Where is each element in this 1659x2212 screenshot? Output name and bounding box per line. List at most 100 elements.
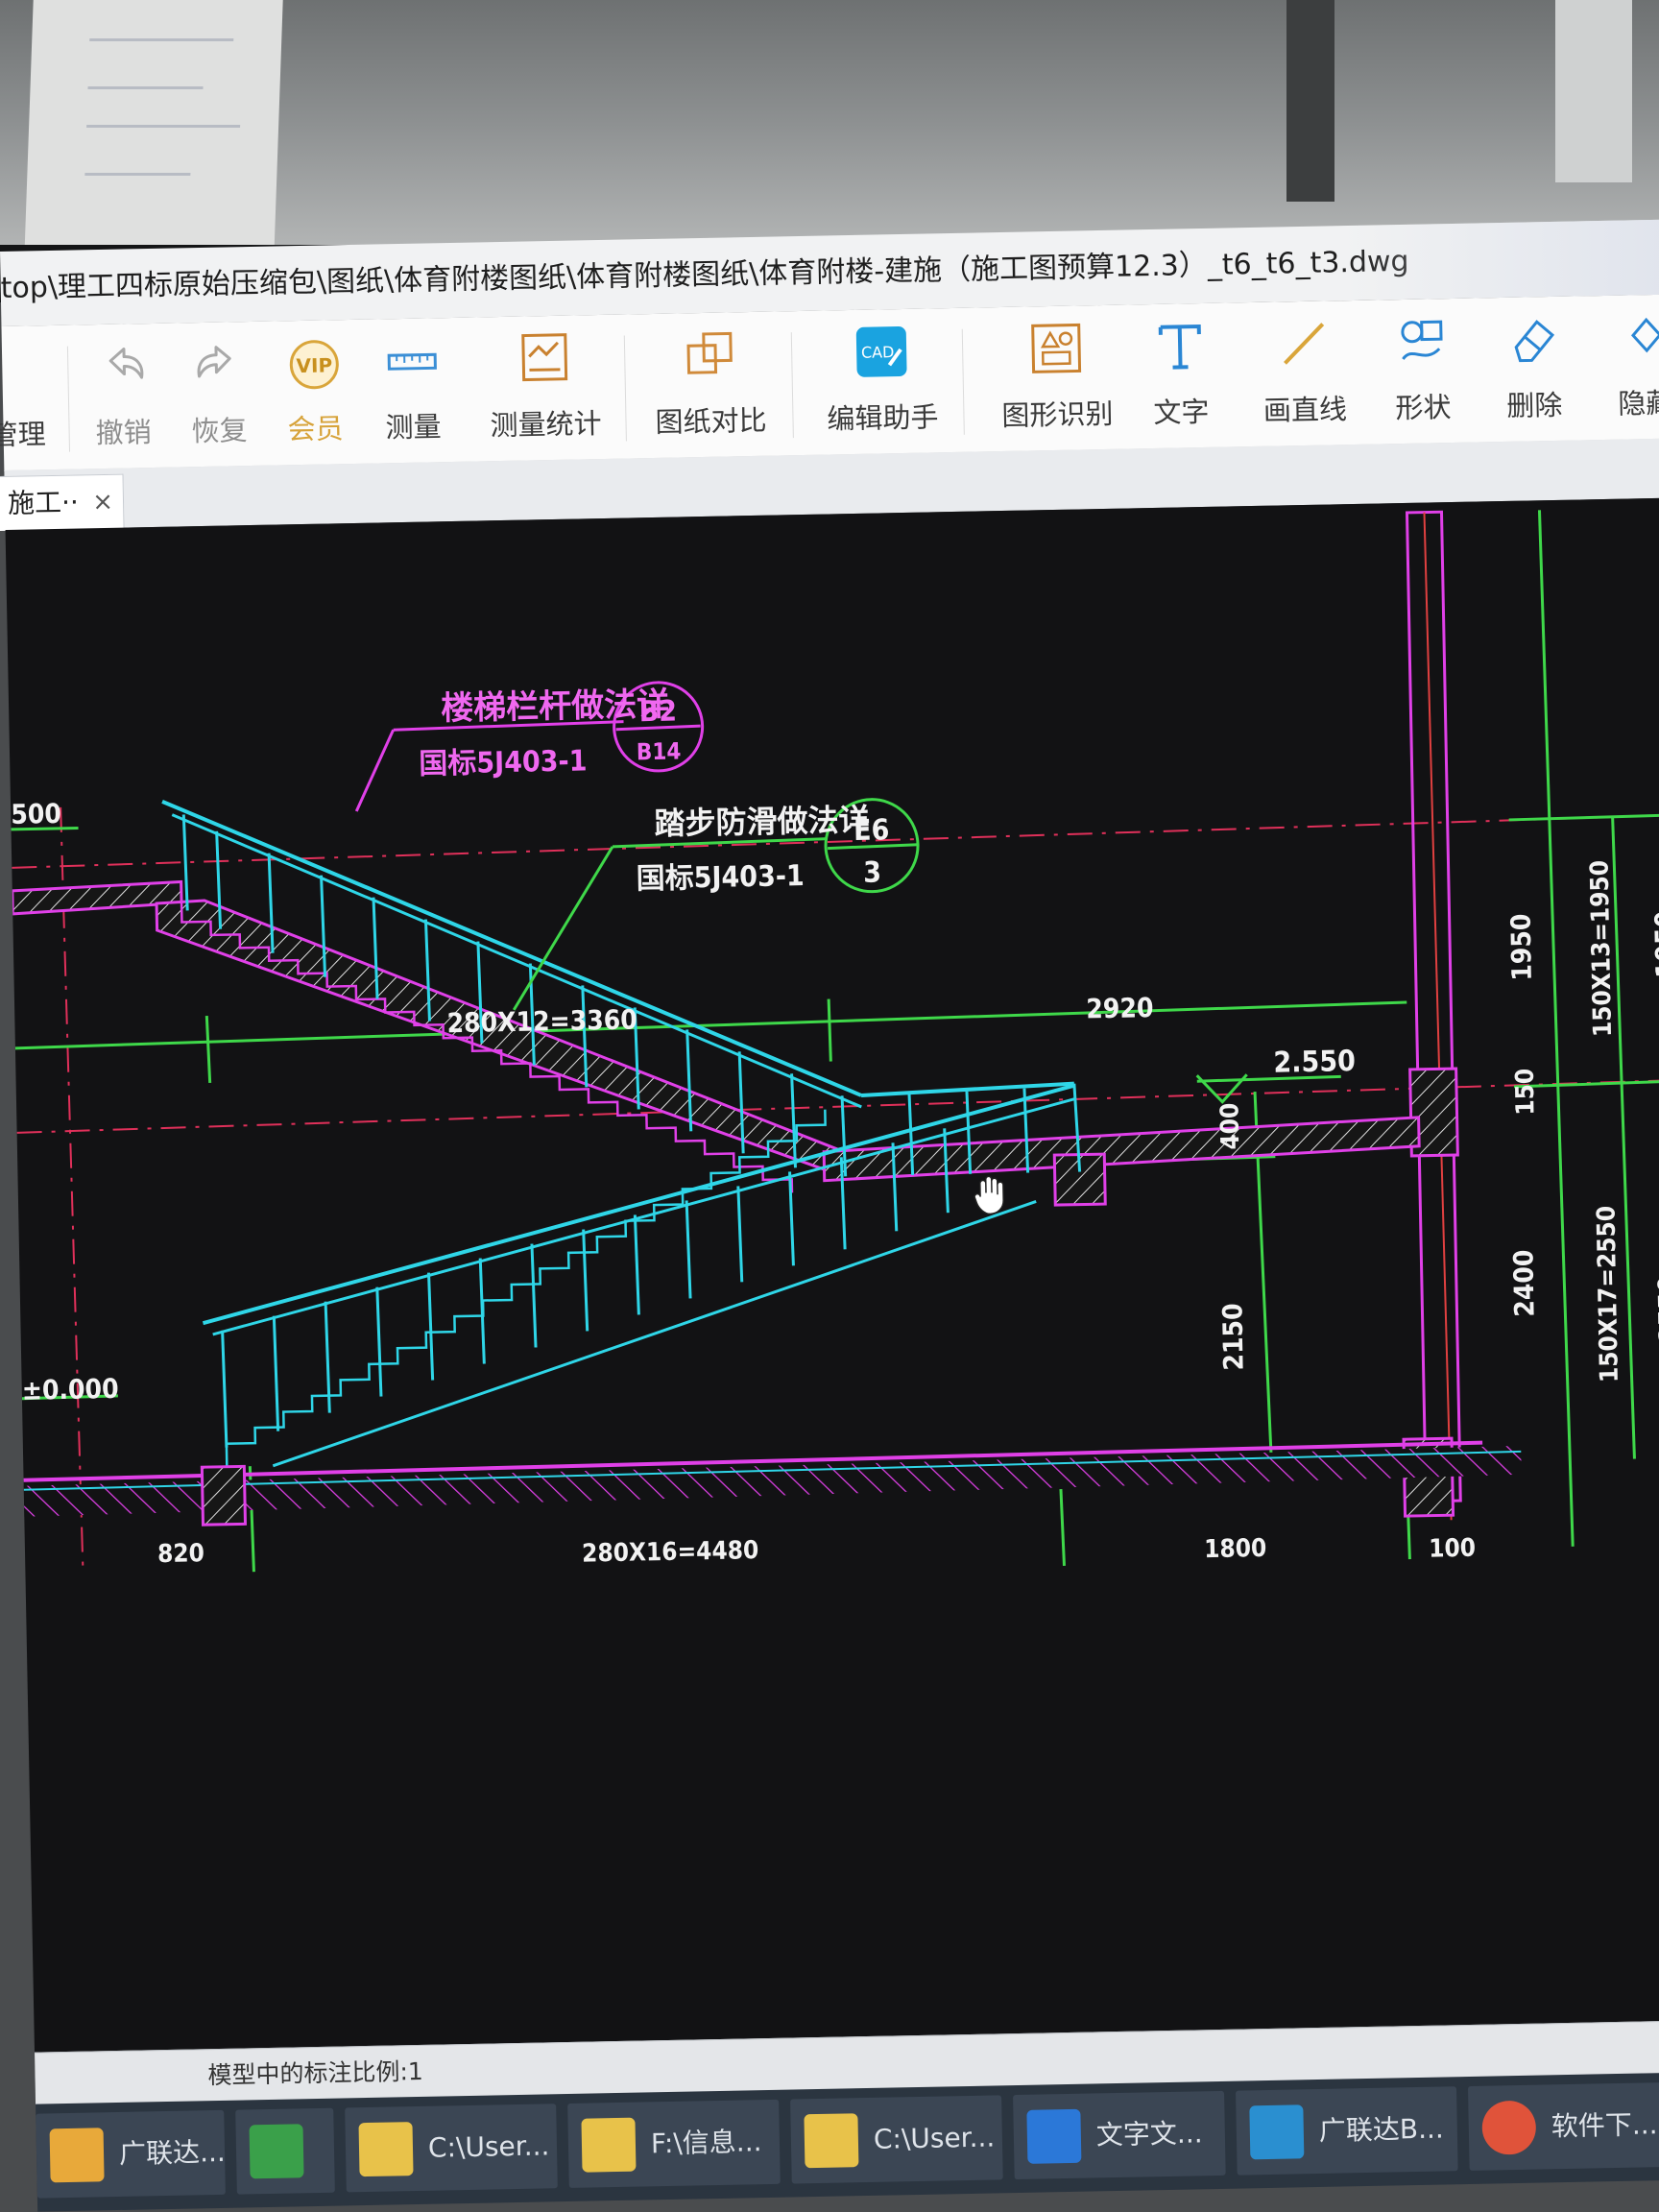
dimension-line [14, 1000, 1407, 1050]
download-app-icon [1481, 2100, 1537, 2155]
dim-400: 400 [1215, 1102, 1245, 1149]
taskbar-item-label: 文字文... [1095, 2117, 1203, 2152]
railing-ref-top: B2 [638, 695, 677, 730]
manage-label: 管理 [0, 418, 46, 452]
shape-recognize-button[interactable]: 图形识别 [989, 317, 1125, 435]
taskbar-item-label: C:\User... [427, 2129, 550, 2164]
taskbar-item[interactable]: 广联达B... [1236, 2086, 1458, 2176]
shape-button[interactable]: 形状 [1368, 310, 1476, 427]
taskbar-item-label: 广联达B... [1318, 2112, 1445, 2147]
document-tab[interactable]: 施工·· × [0, 473, 125, 532]
edit-assistant-button[interactable]: CAD 编辑助手 [814, 320, 950, 438]
toolbar-separator [961, 328, 965, 435]
undo-icon [108, 348, 144, 379]
shape-label: 形状 [1395, 391, 1452, 425]
folder-icon [581, 2117, 637, 2173]
draw-line-label: 画直线 [1262, 393, 1348, 427]
taskbar-item[interactable]: 软件下... [1467, 2081, 1659, 2171]
measure-button[interactable]: 测量 [359, 329, 467, 446]
lower-stair-steps [225, 1109, 827, 1467]
dim-820: 820 [157, 1539, 204, 1569]
taskbar-item[interactable]: C:\User... [345, 2104, 558, 2193]
shape-recognize-label: 图形识别 [1001, 397, 1114, 432]
elevation-2550: 2.550 [1273, 1045, 1356, 1080]
vip-crown-icon: VIP [289, 340, 339, 390]
taskbar-item[interactable] [235, 2107, 335, 2195]
taskbar-item-label: C:\User... [873, 2121, 996, 2155]
cad-drawing-canvas[interactable]: 楼梯栏杆做法详 国标5J403-1 B2 B14 踏步防滑做法详 国标5J403… [5, 497, 1659, 2104]
draw-line-button[interactable]: 画直线 [1245, 312, 1362, 429]
wall-outline [1405, 510, 1462, 1503]
ruler-icon [387, 352, 437, 371]
taskbar-item-label: F:\信息... [650, 2126, 762, 2160]
text-app-icon [1249, 2104, 1305, 2160]
dim-150x13: 150X13=1950 [1585, 860, 1618, 1038]
antislip-standard: 国标5J403-1 [636, 859, 805, 896]
eraser-icon [1514, 320, 1555, 363]
measure-stats-label: 测量统计 [490, 407, 602, 443]
dimension-tick [827, 998, 832, 1062]
dim-2550-right: 2550 [1652, 1275, 1659, 1343]
dim-1950-right: 1950 [1649, 910, 1659, 978]
redo-button[interactable]: 恢复 [165, 333, 273, 450]
dim-500: 500 [11, 798, 61, 830]
railing-ref-bottom: B14 [637, 737, 682, 765]
title-bar-fade [1343, 219, 1659, 301]
dimension-line [1537, 510, 1575, 1547]
hide-button[interactable]: 隐藏 [1591, 305, 1659, 422]
taskbar-item[interactable]: 广联达... [36, 2109, 226, 2199]
measure-label: 测量 [385, 410, 442, 445]
antislip-note: 踏步防滑做法详 [654, 802, 870, 842]
redo-icon [197, 346, 231, 378]
scale-status: 模型中的标注比例:1 [207, 2056, 424, 2090]
taskbar-item[interactable]: F:\信息... [567, 2099, 781, 2188]
lower-flight-slab-line [272, 1200, 1037, 1468]
text-tool-label: 文字 [1153, 395, 1210, 429]
close-icon[interactable]: × [92, 475, 114, 529]
dimension-line [1508, 812, 1659, 822]
leader-line [354, 729, 396, 812]
vip-badge-text: VIP [296, 353, 332, 377]
manage-button[interactable]: 管理 [0, 337, 71, 454]
dim-lower-flight: 280X16=4480 [582, 1536, 759, 1569]
stair-footing [200, 1464, 248, 1527]
paper-line [87, 86, 204, 89]
elevation-0: ±0.000 [21, 1373, 118, 1407]
antislip-ref-bottom: 3 [863, 855, 881, 889]
dim-1800: 1800 [1204, 1534, 1267, 1564]
dim-2920: 2920 [1086, 992, 1154, 1024]
measure-stats-button[interactable]: 测量统计 [482, 326, 609, 444]
wall-paper-sheet [24, 0, 283, 259]
axis-line [60, 806, 84, 1566]
document-tab-label: 施工·· [7, 486, 80, 519]
screen: top\理工四标原始压缩包\图纸\体育附楼图纸\体育附楼图纸\体育附楼-建施（施… [0, 219, 1659, 2212]
member-button[interactable]: VIP 会员 [261, 331, 369, 448]
taskbar-item-label: 广联达... [118, 2135, 226, 2170]
taskbar-item[interactable]: C:\User... [790, 2095, 1003, 2184]
glodon-app-icon [49, 2128, 105, 2183]
dim-upper-flight: 280X12=3360 [446, 1003, 637, 1039]
dim-150x17: 150X17=2550 [1592, 1206, 1624, 1383]
dim-2150: 2150 [1216, 1303, 1249, 1371]
delete-button[interactable]: 删除 [1479, 307, 1587, 424]
toolbar-separator [623, 335, 627, 442]
undo-label: 撤销 [95, 416, 152, 450]
compare-drawings-button[interactable]: 图纸对比 [647, 324, 774, 441]
background-window [1555, 0, 1632, 182]
folder-icon [358, 2122, 414, 2177]
taskbar-item[interactable]: 文字文... [1013, 2090, 1226, 2180]
member-label: 会员 [287, 412, 344, 446]
undo-button[interactable]: 撤销 [69, 335, 177, 452]
paper-line [89, 38, 234, 41]
text-tool-button[interactable]: 文字 [1127, 314, 1235, 431]
cad-badge-text: CAD [861, 343, 895, 362]
background-pillar [1286, 0, 1334, 202]
document-app-icon [1026, 2108, 1082, 2164]
toolbar-separator [790, 332, 794, 439]
compare-icon [686, 331, 733, 374]
green-app-icon [249, 2124, 304, 2179]
dim-1950: 1950 [1505, 913, 1538, 981]
measure-stats-icon [521, 333, 568, 382]
railing-standard: 国标5J403-1 [419, 744, 588, 781]
dimension-tick [204, 1015, 212, 1084]
